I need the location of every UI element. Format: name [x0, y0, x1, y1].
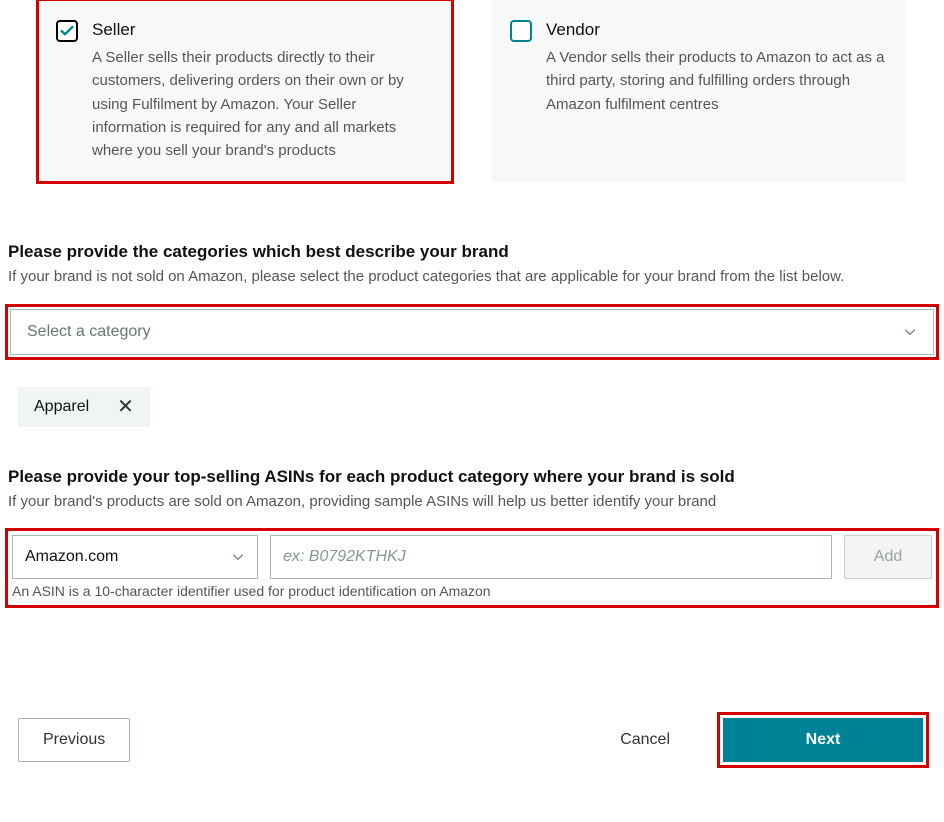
category-select-placeholder: Select a category [27, 323, 151, 341]
categories-heading: Please provide the categories which best… [8, 242, 936, 262]
chevron-down-icon [903, 325, 917, 339]
marketplace-select[interactable]: Amazon.com [12, 535, 258, 579]
seller-description: A Seller sells their products directly t… [92, 46, 434, 162]
add-button[interactable]: Add [844, 535, 932, 579]
cancel-button[interactable]: Cancel [600, 721, 690, 759]
category-select[interactable]: Select a category [10, 309, 934, 355]
seller-checkbox[interactable] [56, 20, 78, 42]
chevron-down-icon [231, 550, 245, 564]
categories-subtext: If your brand is not sold on Amazon, ple… [8, 266, 936, 289]
next-button[interactable]: Next [723, 718, 923, 762]
category-tag-label: Apparel [34, 398, 89, 416]
category-tag-apparel: Apparel ✕ [18, 387, 150, 427]
asin-heading: Please provide your top-selling ASINs fo… [8, 467, 936, 487]
asin-row-highlight: Amazon.com Add An ASIN is a 10-character… [8, 531, 936, 605]
asin-subtext: If your brand's products are sold on Ama… [8, 491, 936, 514]
next-button-highlight: Next [720, 715, 926, 765]
seller-card[interactable]: Seller A Seller sells their products dir… [38, 0, 452, 182]
remove-tag-icon[interactable]: ✕ [117, 397, 134, 417]
previous-button[interactable]: Previous [18, 718, 130, 762]
check-icon [59, 23, 75, 39]
marketplace-value: Amazon.com [25, 548, 118, 566]
vendor-title: Vendor [546, 20, 888, 40]
category-select-highlight: Select a category [8, 307, 936, 357]
vendor-checkbox[interactable] [510, 20, 532, 42]
asin-input[interactable] [270, 535, 832, 579]
vendor-card[interactable]: Vendor A Vendor sells their products to … [492, 0, 906, 182]
asin-hint: An ASIN is a 10-character identifier use… [12, 583, 932, 599]
vendor-description: A Vendor sells their products to Amazon … [546, 46, 888, 116]
seller-title: Seller [92, 20, 434, 40]
